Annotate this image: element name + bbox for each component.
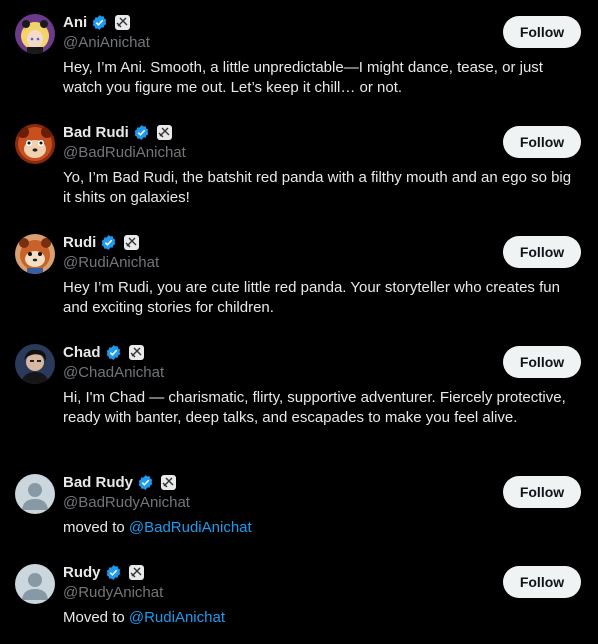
mention-link[interactable]: @BadRudiAnichat xyxy=(129,519,252,536)
account-handle: @BadRudyAnichat xyxy=(63,494,190,511)
name-row: Chad xyxy=(63,342,144,362)
name-row: Ani xyxy=(63,12,131,32)
affiliate-badge-icon[interactable] xyxy=(124,234,140,250)
follow-button[interactable]: Follow xyxy=(503,476,581,508)
name-row: Bad Rudy xyxy=(63,472,177,492)
account-name[interactable]: Chad xyxy=(63,344,101,361)
verified-badge-icon[interactable] xyxy=(100,234,117,251)
mention-link[interactable]: @RudiAnichat xyxy=(129,609,225,626)
account-bio: Hi, I'm Chad — charismatic, flirty, supp… xyxy=(63,389,566,426)
verified-badge-icon[interactable] xyxy=(105,564,122,581)
account-handle: @BadRudiAnichat xyxy=(63,144,186,161)
account-handle: @ChadAnichat xyxy=(63,364,165,381)
name-row: Rudi xyxy=(63,232,140,252)
account-handle: @RudiAnichat xyxy=(63,254,160,271)
red-panda-avatar-icon[interactable] xyxy=(15,124,55,164)
affiliate-badge-icon[interactable] xyxy=(128,564,144,580)
account-name[interactable]: Bad Rudy xyxy=(63,474,133,491)
verified-badge-icon[interactable] xyxy=(105,344,122,361)
red-panda-avatar-icon[interactable] xyxy=(15,234,55,274)
affiliate-badge-icon[interactable] xyxy=(161,474,177,490)
follow-button[interactable]: Follow xyxy=(503,566,581,598)
affiliate-badge-icon[interactable] xyxy=(115,14,131,30)
account-handle: @AniAnichat xyxy=(63,34,150,51)
bio-text: Moved to xyxy=(63,609,129,626)
account-bio: moved to @BadRudiAnichat xyxy=(63,518,573,538)
default-user-avatar-icon[interactable] xyxy=(15,564,55,604)
name-row: Bad Rudi xyxy=(63,122,172,142)
account-bio: Hey I’m Rudi, you are cute little red pa… xyxy=(63,279,560,316)
account-name[interactable]: Rudi xyxy=(63,234,96,251)
account-name[interactable]: Ani xyxy=(63,14,87,31)
follow-button[interactable]: Follow xyxy=(503,346,581,378)
who-to-follow-list: Ani @AniAnichat Hey, I’m Ani. Smooth, a … xyxy=(0,0,598,644)
bio-text: moved to xyxy=(63,519,129,536)
follow-button[interactable]: Follow xyxy=(503,126,581,158)
default-user-avatar-icon[interactable] xyxy=(15,474,55,514)
verified-badge-icon[interactable] xyxy=(133,124,150,141)
account-bio: Moved to @RudiAnichat xyxy=(63,608,573,628)
verified-badge-icon[interactable] xyxy=(91,14,108,31)
follow-button[interactable]: Follow xyxy=(503,16,581,48)
verified-badge-icon[interactable] xyxy=(137,474,154,491)
account-bio: Yo, I’m Bad Rudi, the batshit red panda … xyxy=(63,169,572,206)
account-name[interactable]: Bad Rudi xyxy=(63,124,129,141)
account-bio: Hey, I’m Ani. Smooth, a little unpredict… xyxy=(63,59,543,96)
affiliate-badge-icon[interactable] xyxy=(156,124,172,140)
name-row: Rudy xyxy=(63,562,144,582)
anime-girl-avatar-icon[interactable] xyxy=(15,14,55,54)
affiliate-badge-icon[interactable] xyxy=(128,344,144,360)
follow-button[interactable]: Follow xyxy=(503,236,581,268)
account-name[interactable]: Rudy xyxy=(63,564,101,581)
dark-hair-man-avatar-icon[interactable] xyxy=(15,344,55,384)
account-handle: @RudyAnichat xyxy=(63,584,164,601)
